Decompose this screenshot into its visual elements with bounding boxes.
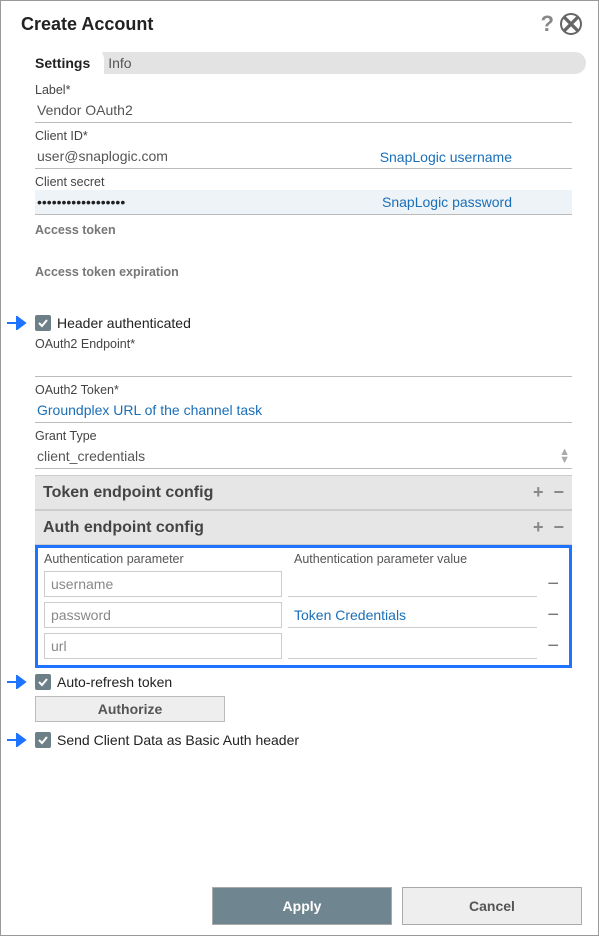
auth-param-input[interactable] xyxy=(44,602,282,628)
auth-value-input[interactable] xyxy=(288,572,537,597)
auth-value-input[interactable] xyxy=(288,634,537,659)
access-token-exp-label: Access token expiration xyxy=(35,265,179,279)
grant-type-select[interactable]: client_credentials ▲▼ xyxy=(35,444,572,469)
access-token-label: Access token xyxy=(35,223,116,237)
oauth-endpoint-label: OAuth2 Endpoint* xyxy=(35,337,572,351)
tab-settings[interactable]: Settings xyxy=(21,49,104,77)
oauth-token-input[interactable] xyxy=(35,398,572,423)
pointer-arrow-icon xyxy=(7,675,31,692)
pointer-arrow-icon xyxy=(7,733,31,750)
stepper-icon: ▲▼ xyxy=(559,448,570,464)
oauth-token-label: OAuth2 Token* xyxy=(35,383,572,397)
auth-value-input[interactable] xyxy=(288,603,537,628)
auth-row: − xyxy=(44,602,563,628)
header-authenticated-label: Header authenticated xyxy=(57,315,191,331)
client-secret-input[interactable]: •••••••••••••••••• SnapLogic password xyxy=(35,190,572,215)
header-authenticated-row[interactable]: Header authenticated xyxy=(35,315,572,331)
plus-icon[interactable]: + xyxy=(533,517,544,538)
auth-param-header: Authentication parameter xyxy=(44,552,294,566)
grant-type-label: Grant Type xyxy=(35,429,572,443)
send-client-data-label: Send Client Data as Basic Auth header xyxy=(57,732,299,748)
client-secret-hint: SnapLogic password xyxy=(382,194,512,210)
client-id-label: Client ID* xyxy=(35,129,572,143)
pointer-arrow-icon xyxy=(7,316,31,333)
auth-endpoint-box: Authentication parameter Authentication … xyxy=(35,545,572,668)
authorize-button[interactable]: Authorize xyxy=(35,696,225,722)
auto-refresh-row[interactable]: Auto-refresh token xyxy=(35,674,572,690)
remove-row-icon[interactable]: − xyxy=(543,604,563,627)
plus-icon[interactable]: + xyxy=(533,482,544,503)
label-label: Label* xyxy=(35,83,572,97)
dialog-title: Create Account xyxy=(21,14,153,35)
send-client-data-row[interactable]: Send Client Data as Basic Auth header xyxy=(35,732,572,748)
close-icon[interactable] xyxy=(560,13,582,35)
apply-button[interactable]: Apply xyxy=(212,887,392,925)
checkbox-checked-icon xyxy=(35,315,51,331)
auto-refresh-label: Auto-refresh token xyxy=(57,674,172,690)
cancel-button[interactable]: Cancel xyxy=(402,887,582,925)
remove-row-icon[interactable]: − xyxy=(543,635,563,658)
auth-endpoint-config-header[interactable]: Auth endpoint config +− xyxy=(35,510,572,545)
label-input[interactable] xyxy=(35,98,572,123)
auth-row: − xyxy=(44,633,563,659)
auth-param-input[interactable] xyxy=(44,571,282,597)
auth-row: − xyxy=(44,571,563,597)
auth-param-input[interactable] xyxy=(44,633,282,659)
help-icon[interactable]: ? xyxy=(541,11,554,37)
client-id-input[interactable] xyxy=(35,144,572,169)
minus-icon[interactable]: − xyxy=(553,517,564,538)
auth-value-header: Authentication parameter value xyxy=(294,552,467,566)
remove-row-icon[interactable]: − xyxy=(543,573,563,596)
checkbox-checked-icon xyxy=(35,732,51,748)
oauth-endpoint-input[interactable] xyxy=(35,352,572,377)
client-secret-label: Client secret xyxy=(35,175,572,189)
checkbox-checked-icon xyxy=(35,674,51,690)
minus-icon[interactable]: − xyxy=(553,482,564,503)
token-endpoint-config-header[interactable]: Token endpoint config +− xyxy=(35,475,572,510)
